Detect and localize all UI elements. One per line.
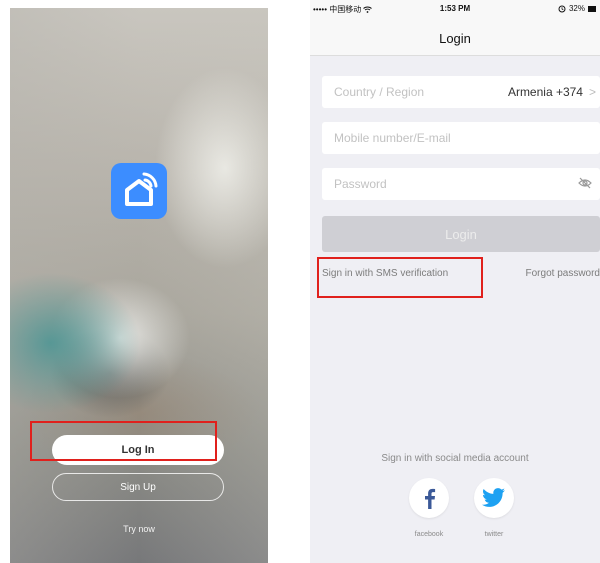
twitter-button[interactable]: [474, 478, 514, 518]
facebook-icon: [425, 488, 436, 509]
country-region-label: Country / Region: [334, 85, 425, 99]
password-field[interactable]: Password: [322, 168, 600, 200]
alarm-icon: [558, 5, 566, 12]
password-placeholder: Password: [334, 177, 387, 191]
nav-bar: Login: [310, 22, 600, 56]
highlight-box-login: [30, 421, 217, 461]
battery-icon: [588, 5, 596, 12]
sign-up-label: Sign Up: [120, 481, 156, 493]
facebook-button[interactable]: [409, 478, 449, 518]
facebook-label: facebook: [414, 531, 444, 538]
forgot-password-link[interactable]: Forgot password: [526, 268, 600, 279]
country-region-selector[interactable]: Country / Region Armenia +374 >: [322, 76, 600, 108]
twitter-label: twitter: [484, 531, 504, 538]
sign-up-button[interactable]: Sign Up: [52, 473, 224, 501]
twitter-icon: [482, 488, 505, 507]
mobile-email-field[interactable]: Mobile number/E-mail: [322, 122, 600, 154]
mobile-email-placeholder: Mobile number/E-mail: [334, 131, 451, 145]
status-bar: ••••• 中国移动 1:53 PM 32%: [310, 0, 600, 22]
battery-status: 32%: [558, 4, 596, 13]
login-submit-label: Login: [445, 226, 477, 242]
chevron-right-icon: >: [588, 85, 596, 99]
page-title: Login: [439, 31, 471, 46]
eye-off-icon[interactable]: [578, 177, 592, 189]
social-login-title: Sign in with social media account: [381, 453, 529, 464]
login-submit-button[interactable]: Login: [322, 216, 600, 252]
country-value: Armenia +374 >: [507, 85, 596, 99]
app-logo-icon: [111, 163, 167, 219]
welcome-screen: Log In Sign Up Try now: [10, 8, 268, 563]
status-time: 1:53 PM: [439, 4, 471, 13]
highlight-box-sms: [317, 257, 483, 298]
try-now-link[interactable]: Try now: [10, 524, 268, 534]
